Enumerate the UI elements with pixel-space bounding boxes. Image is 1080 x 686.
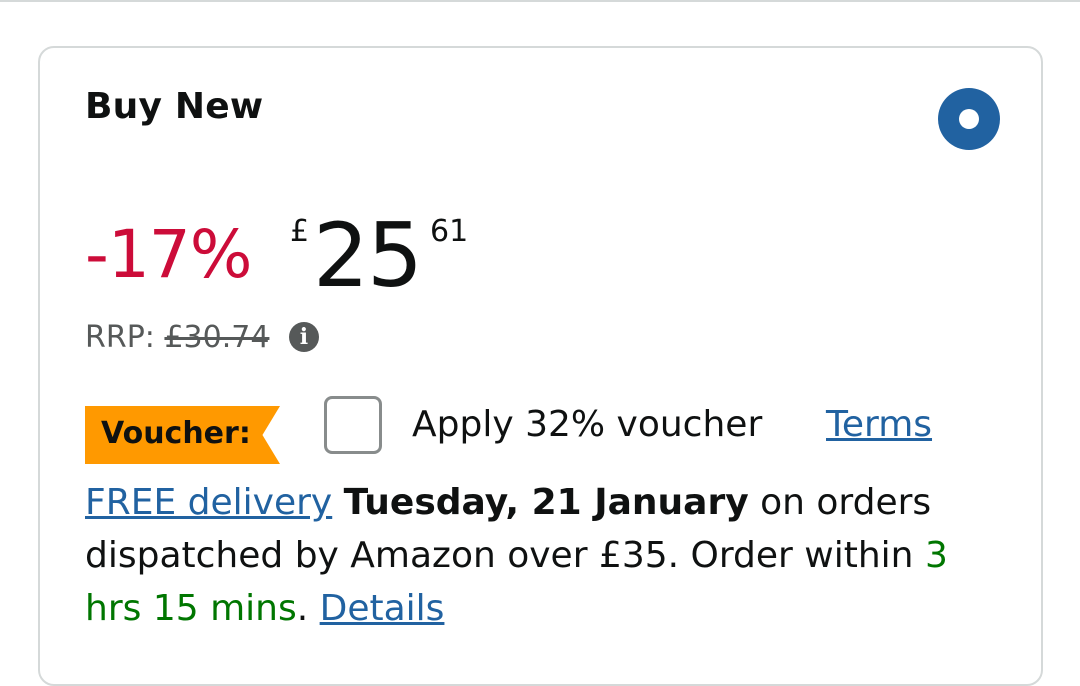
rrp-label: RRP: bbox=[85, 320, 155, 355]
price-whole: 25 bbox=[313, 204, 423, 307]
delivery-period: . bbox=[296, 588, 309, 629]
apply-voucher-checkbox[interactable] bbox=[324, 396, 382, 454]
card-title: Buy New bbox=[85, 86, 264, 127]
price-fraction: 61 bbox=[430, 214, 469, 249]
rrp-value: £30.74 bbox=[164, 320, 270, 355]
info-icon[interactable]: i bbox=[288, 322, 319, 352]
voucher-badge: Voucher: bbox=[85, 406, 280, 464]
free-delivery-link[interactable]: FREE delivery bbox=[85, 482, 332, 523]
voucher-badge-label: Voucher: bbox=[101, 416, 251, 451]
buy-new-card[interactable]: Buy New -17% £ 25 61 RRP: £30.74 i Vouch… bbox=[38, 46, 1043, 686]
discount-percentage: -17% bbox=[85, 216, 253, 293]
rrp-row: RRP: £30.74 i bbox=[85, 320, 319, 355]
apply-voucher-label[interactable]: Apply 32% voucher bbox=[412, 404, 762, 445]
price-currency-symbol: £ bbox=[290, 214, 310, 249]
buy-new-radio-button[interactable] bbox=[938, 88, 1000, 150]
delivery-date: Tuesday, 21 January bbox=[343, 482, 749, 523]
delivery-message: FREE delivery Tuesday, 21 January on ord… bbox=[85, 476, 1000, 635]
top-divider bbox=[0, 0, 1080, 2]
voucher-terms-link[interactable]: Terms bbox=[826, 404, 932, 445]
delivery-details-link[interactable]: Details bbox=[320, 588, 445, 629]
